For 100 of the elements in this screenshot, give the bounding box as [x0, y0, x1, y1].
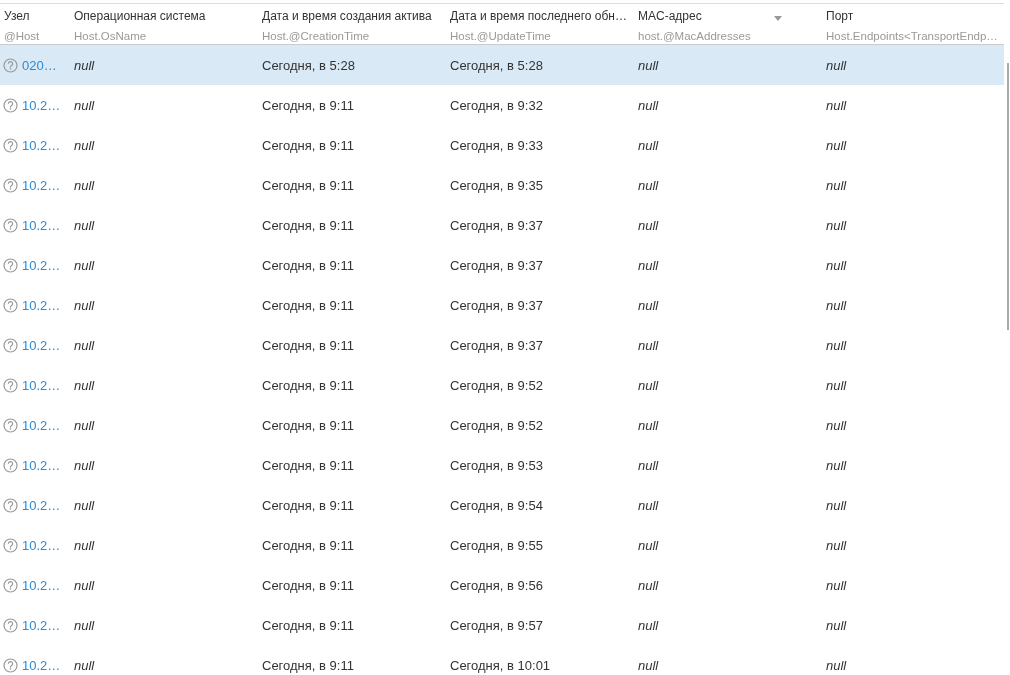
table-row[interactable]: 10.2… null Сегодня, в 9:11 Сегодня, в 9:32 null null	[0, 85, 1004, 125]
table-cell: null	[74, 337, 95, 353]
column-header[interactable]: Дата и время последнего обн…	[450, 9, 627, 23]
host-link[interactable]: 10.2…	[22, 657, 61, 673]
host-link[interactable]: 10.2…	[22, 257, 61, 273]
table-row[interactable]: 10.2… null Сегодня, в 9:11 Сегодня, в 9:56 null null	[0, 565, 1004, 605]
table-row[interactable]: 10.2… null Сегодня, в 9:11 Сегодня, в 9:54 null null	[0, 485, 1004, 525]
question-circle-icon	[3, 137, 18, 153]
column-field-name: host.@MacAddresses	[638, 30, 752, 42]
table-cell: Сегодня, в 9:57	[450, 617, 543, 633]
table-cell: Сегодня, в 9:11	[262, 337, 354, 353]
column-header[interactable]: MAC-адрес	[638, 9, 702, 23]
table-row[interactable]: 10.2… null Сегодня, в 9:11 Сегодня, в 9:37 null null	[0, 205, 1004, 245]
column-header[interactable]: Узел	[4, 9, 30, 23]
table-cell: null	[638, 537, 659, 553]
table-row[interactable]: 10.2… null Сегодня, в 9:11 Сегодня, в 9:37 null null	[0, 245, 1004, 285]
table-cell: null	[74, 57, 95, 73]
table-cell: null	[638, 377, 659, 393]
table-row[interactable]: 10.2… null Сегодня, в 9:11 Сегодня, в 9:53 null null	[0, 445, 1004, 485]
sort-down-icon[interactable]	[773, 16, 782, 21]
table-cell: Сегодня, в 9:37	[450, 217, 543, 233]
table-row[interactable]: 10.2… null Сегодня, в 9:11 Сегодня, в 9:57 null null	[0, 605, 1004, 645]
host-link[interactable]: 10.2…	[22, 617, 61, 633]
table-cell: null	[638, 617, 659, 633]
table-cell: null	[74, 497, 95, 513]
table-cell: null	[74, 297, 95, 313]
table-cell: Сегодня, в 9:11	[262, 257, 354, 273]
table-cell: Сегодня, в 9:53	[450, 457, 543, 473]
scrollbar[interactable]	[1007, 63, 1009, 330]
host-link[interactable]: 10.2…	[22, 497, 61, 513]
table-cell: null	[826, 377, 847, 393]
question-circle-icon	[3, 297, 18, 313]
host-link[interactable]: 10.2…	[22, 417, 61, 433]
table-cell: Сегодня, в 9:11	[262, 97, 354, 113]
table-row[interactable]: 10.2… null Сегодня, в 9:11 Сегодня, в 9:33 null null	[0, 125, 1004, 165]
column-field-name: @Host	[4, 30, 41, 42]
column-field-name: Host.@UpdateTime	[450, 30, 552, 42]
table-cell: Сегодня, в 9:11	[262, 377, 354, 393]
host-link[interactable]: 10.2…	[22, 297, 61, 313]
table-cell: null	[74, 257, 95, 273]
table-row[interactable]: 10.2… null Сегодня, в 9:11 Сегодня, в 9:52 null null	[0, 365, 1004, 405]
table-cell: null	[826, 97, 847, 113]
table-cell: null	[638, 97, 659, 113]
table-cell: null	[826, 657, 847, 673]
host-link[interactable]: 10.2…	[22, 177, 61, 193]
table-cell: null	[638, 417, 659, 433]
table-cell: Сегодня, в 9:55	[450, 537, 543, 553]
question-circle-icon	[3, 617, 18, 633]
table-cell: Сегодня, в 9:54	[450, 497, 543, 513]
table-cell: null	[74, 577, 95, 593]
table-cell: null	[638, 137, 659, 153]
host-link[interactable]: 10.2…	[22, 537, 61, 553]
question-circle-icon	[3, 257, 18, 273]
table-cell: Сегодня, в 5:28	[450, 57, 543, 73]
table-cell: null	[826, 57, 847, 73]
table-cell: null	[638, 577, 659, 593]
host-link[interactable]: 10.2…	[22, 457, 61, 473]
table-cell: null	[638, 177, 659, 193]
table-cell: null	[74, 137, 95, 153]
column-header[interactable]: Операционная система	[74, 9, 206, 23]
table-cell: null	[826, 297, 847, 313]
table-row[interactable]: 10.2… null Сегодня, в 9:11 Сегодня, в 9:55 null null	[0, 525, 1004, 565]
host-link[interactable]: 10.2…	[22, 137, 61, 153]
table-cell: null	[638, 457, 659, 473]
table-cell: null	[638, 57, 659, 73]
table-cell: null	[74, 177, 95, 193]
table-row[interactable]: 10.2… null Сегодня, в 9:11 Сегодня, в 10:01 null null	[0, 645, 1004, 675]
question-circle-icon	[3, 377, 18, 393]
host-link[interactable]: 10.2…	[22, 377, 61, 393]
table-cell: Сегодня, в 9:52	[450, 417, 543, 433]
table-cell: null	[826, 217, 847, 233]
table-cell: Сегодня, в 9:37	[450, 337, 543, 353]
table-row[interactable]: 10.2… null Сегодня, в 9:11 Сегодня, в 9:37 null null	[0, 285, 1004, 325]
host-link[interactable]: 10.2…	[22, 337, 61, 353]
table-row[interactable]: 10.2… null Сегодня, в 9:11 Сегодня, в 9:37 null null	[0, 325, 1004, 365]
table-cell: Сегодня, в 9:56	[450, 577, 543, 593]
table-cell: null	[826, 577, 847, 593]
host-link[interactable]: 10.2…	[22, 577, 61, 593]
column-header[interactable]: Дата и время создания актива	[262, 9, 432, 23]
question-circle-icon	[3, 577, 18, 593]
table-cell: Сегодня, в 9:52	[450, 377, 543, 393]
table-cell: Сегодня, в 10:01	[450, 657, 551, 673]
table-row[interactable]: 020… null Сегодня, в 5:28 Сегодня, в 5:28 null null	[0, 45, 1004, 85]
host-link[interactable]: 10.2…	[22, 217, 61, 233]
host-link[interactable]: 10.2…	[22, 97, 61, 113]
table-cell: null	[74, 97, 95, 113]
column-field-name: Host.Endpoints<TransportEndp…	[826, 30, 999, 42]
question-circle-icon	[3, 657, 18, 673]
table-cell: Сегодня, в 5:28	[262, 57, 355, 73]
column-header[interactable]: Порт	[826, 9, 854, 23]
table-cell: null	[74, 537, 95, 553]
table-cell: null	[74, 457, 95, 473]
table-cell: null	[638, 497, 659, 513]
table-cell: null	[826, 257, 847, 273]
table-row[interactable]: 10.2… null Сегодня, в 9:11 Сегодня, в 9:52 null null	[0, 405, 1004, 445]
table-cell: null	[638, 657, 659, 673]
table-cell: null	[638, 217, 659, 233]
question-circle-icon	[3, 97, 18, 113]
table-cell: null	[826, 617, 847, 633]
table-row[interactable]: 10.2… null Сегодня, в 9:11 Сегодня, в 9:35 null null	[0, 165, 1004, 205]
